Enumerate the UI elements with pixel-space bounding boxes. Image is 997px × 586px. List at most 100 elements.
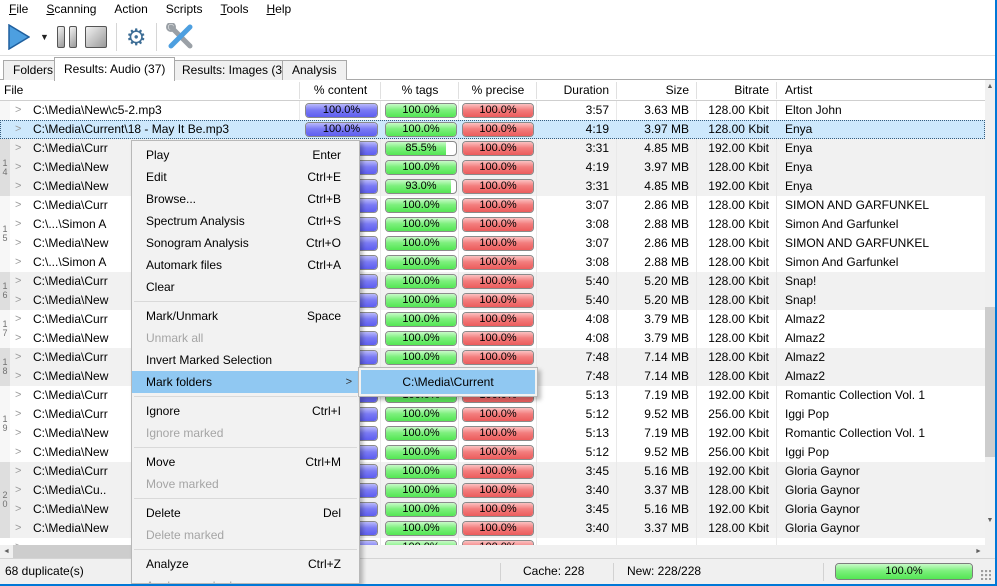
table-row[interactable]: > C:\Media\New\c5-2.mp3 100.0% 100.0% 100.0%… bbox=[0, 101, 985, 120]
column-header-size[interactable]: Size bbox=[617, 80, 689, 101]
menu-tools[interactable]: Tools bbox=[211, 0, 257, 19]
expand-chevron-icon[interactable]: > bbox=[15, 424, 25, 443]
menu-item-play[interactable]: Play Enter bbox=[132, 144, 359, 166]
bitrate-cell: 128.00 Kbit bbox=[708, 198, 769, 212]
scroll-right-icon[interactable]: ► bbox=[972, 545, 985, 558]
bitrate-cell: 128.00 Kbit bbox=[708, 160, 769, 174]
column-header-precise[interactable]: % precise bbox=[459, 80, 537, 101]
menu-item-spectrum-analysis[interactable]: Spectrum Analysis Ctrl+S bbox=[132, 210, 359, 232]
play-dropdown-button[interactable]: ▼ bbox=[36, 22, 53, 52]
menu-shortcut: Ctrl+A bbox=[307, 258, 341, 272]
precise-percent-bar: 100.0% bbox=[462, 160, 534, 175]
column-header-bitrate[interactable]: Bitrate bbox=[697, 80, 769, 101]
duration-cell: 3:57 bbox=[585, 103, 609, 117]
menu-item-mark-folders[interactable]: Mark folders > bbox=[132, 371, 359, 393]
tags-percent-bar: 100.0% bbox=[385, 217, 457, 232]
menu-help[interactable]: Help bbox=[257, 0, 300, 19]
tab-results-audio[interactable]: Results: Audio (37) bbox=[54, 57, 176, 81]
expand-chevron-icon[interactable]: > bbox=[15, 234, 25, 253]
expand-chevron-icon[interactable]: > bbox=[15, 538, 25, 545]
bitrate-cell: 128.00 Kbit bbox=[708, 122, 769, 136]
vertical-scrollbar[interactable]: ▲ ▼ bbox=[985, 80, 995, 545]
expand-chevron-icon[interactable]: > bbox=[15, 367, 25, 386]
menu-item-invert-marked-selection[interactable]: Invert Marked Selection bbox=[132, 349, 359, 371]
play-button[interactable] bbox=[4, 22, 34, 52]
expand-chevron-icon[interactable]: > bbox=[15, 139, 25, 158]
duration-cell: 7:48 bbox=[585, 369, 609, 383]
expand-chevron-icon[interactable]: > bbox=[15, 462, 25, 481]
expand-chevron-icon[interactable]: > bbox=[15, 196, 25, 215]
menu-item-move[interactable]: Move Ctrl+M bbox=[132, 451, 359, 473]
expand-chevron-icon[interactable]: > bbox=[15, 481, 25, 500]
pause-button[interactable] bbox=[53, 22, 81, 52]
size-cell: 5.16 MB bbox=[644, 464, 689, 478]
expand-chevron-icon[interactable]: > bbox=[15, 120, 25, 139]
column-header-file[interactable]: File bbox=[4, 80, 294, 101]
menu-item-edit[interactable]: Edit Ctrl+E bbox=[132, 166, 359, 188]
menu-item-mark-unmark[interactable]: Mark/Unmark Space bbox=[132, 305, 359, 327]
menu-scripts[interactable]: Scripts bbox=[157, 0, 212, 19]
table-row[interactable]: > C:\Media\Current\18 - May It Be.mp3 100.… bbox=[0, 120, 985, 139]
expand-chevron-icon[interactable]: > bbox=[15, 386, 25, 405]
submenu-item-folder[interactable]: C:\Media\Current bbox=[361, 370, 535, 394]
size-cell: 9.52 MB bbox=[644, 445, 689, 459]
scroll-down-icon[interactable]: ▼ bbox=[985, 514, 995, 528]
artist-cell: Snap! bbox=[785, 274, 817, 288]
expand-chevron-icon[interactable]: > bbox=[15, 101, 25, 120]
resize-grip[interactable] bbox=[981, 570, 991, 580]
expand-chevron-icon[interactable]: > bbox=[15, 443, 25, 462]
stop-button[interactable] bbox=[81, 22, 111, 52]
duration-cell: 5:13 bbox=[585, 426, 609, 440]
menu-item-browse-[interactable]: Browse... Ctrl+B bbox=[132, 188, 359, 210]
menu-file[interactable]: File bbox=[0, 0, 37, 19]
expand-chevron-icon[interactable]: > bbox=[15, 329, 25, 348]
expand-chevron-icon[interactable]: > bbox=[15, 177, 25, 196]
menu-separator bbox=[134, 498, 357, 499]
vertical-scrollbar-thumb[interactable] bbox=[985, 307, 995, 457]
size-cell: 7.14 MB bbox=[644, 350, 689, 364]
expand-chevron-icon[interactable]: > bbox=[15, 272, 25, 291]
menu-item-analyze[interactable]: Analyze Ctrl+Z bbox=[132, 553, 359, 575]
expand-chevron-icon[interactable]: > bbox=[15, 158, 25, 177]
column-header-content[interactable]: % content bbox=[300, 80, 381, 101]
column-header-tags[interactable]: % tags bbox=[381, 80, 459, 101]
menu-bar: File Scanning Action Scripts Tools Help bbox=[0, 0, 995, 19]
precise-percent-bar: 100.0% bbox=[462, 464, 534, 479]
bitrate-cell: 128.00 Kbit bbox=[708, 255, 769, 269]
menu-separator bbox=[134, 447, 357, 448]
tools-button[interactable] bbox=[162, 22, 198, 52]
duration-cell: 3:08 bbox=[585, 255, 609, 269]
expand-chevron-icon[interactable]: > bbox=[15, 310, 25, 329]
expand-chevron-icon[interactable]: > bbox=[15, 500, 25, 519]
size-cell: 3.97 MB bbox=[644, 122, 689, 136]
menu-action[interactable]: Action bbox=[105, 0, 156, 19]
column-header-artist[interactable]: Artist bbox=[785, 80, 981, 101]
group-number: 20 bbox=[0, 462, 10, 538]
menu-item-clear[interactable]: Clear bbox=[132, 276, 359, 298]
scroll-up-icon[interactable]: ▲ bbox=[985, 80, 995, 94]
menu-scanning[interactable]: Scanning bbox=[37, 0, 105, 19]
size-cell: 3.37 MB bbox=[644, 521, 689, 535]
menu-item-sonogram-analysis[interactable]: Sonogram Analysis Ctrl+O bbox=[132, 232, 359, 254]
expand-chevron-icon[interactable]: > bbox=[15, 519, 25, 538]
duration-cell: 4:08 bbox=[585, 331, 609, 345]
expand-chevron-icon[interactable]: > bbox=[15, 215, 25, 234]
column-header-duration[interactable]: Duration bbox=[537, 80, 609, 101]
expand-chevron-icon[interactable]: > bbox=[15, 291, 25, 310]
tags-percent-bar: 85.5% bbox=[385, 141, 457, 156]
expand-chevron-icon[interactable]: > bbox=[15, 405, 25, 424]
tab-analysis[interactable]: Analysis bbox=[282, 60, 347, 80]
table-header: File ^ % content % tags % precise Durati… bbox=[0, 76, 985, 101]
menu-item-delete[interactable]: Delete Del bbox=[132, 502, 359, 524]
tags-percent-bar: 100.0% bbox=[385, 274, 457, 289]
settings-button[interactable]: ⚙ bbox=[122, 22, 151, 52]
menu-item-automark-files[interactable]: Automark files Ctrl+A bbox=[132, 254, 359, 276]
expand-chevron-icon[interactable]: > bbox=[15, 253, 25, 272]
menu-item-ignore[interactable]: Ignore Ctrl+I bbox=[132, 400, 359, 422]
menu-shortcut: Del bbox=[322, 506, 341, 520]
duration-cell: 5:40 bbox=[585, 274, 609, 288]
artist-cell: Romantic Collection Vol. 1 bbox=[785, 388, 926, 402]
bitrate-cell: 192.00 Kbit bbox=[708, 426, 769, 440]
scroll-left-icon[interactable]: ◄ bbox=[0, 545, 13, 558]
expand-chevron-icon[interactable]: > bbox=[15, 348, 25, 367]
